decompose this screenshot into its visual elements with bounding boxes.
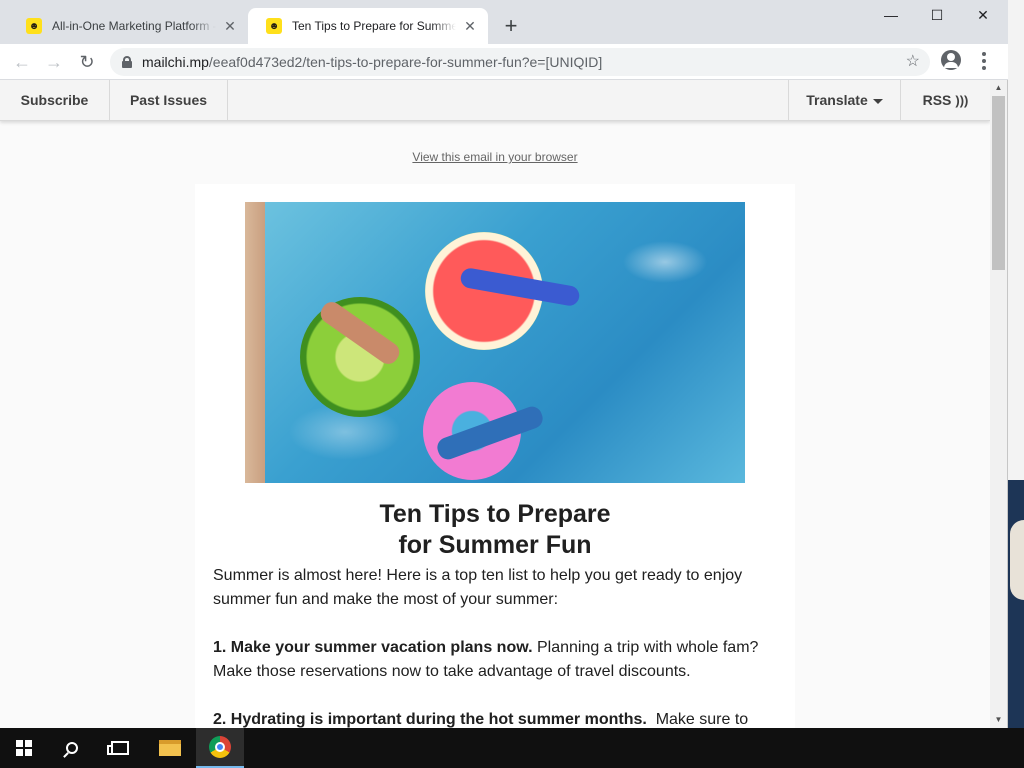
kebab-menu-icon[interactable] [976,52,992,70]
tip-1-title: 1. Make your summer vacation plans now. [213,639,533,656]
scroll-up-arrow-icon[interactable]: ▲ [990,80,1007,96]
tip-2-title: 2. Hydrating is important during the hot… [213,711,647,728]
email-body: Ten Tips to Prepare for Summer Fun Summe… [195,184,795,728]
lime-float [300,297,420,417]
task-view-button[interactable] [96,728,144,768]
windows-logo-icon [16,740,32,756]
translate-dropdown[interactable]: Translate [788,80,900,121]
pool-deck [245,202,265,483]
close-window-button[interactable]: ✕ [960,0,1006,30]
caret-down-icon [872,98,883,104]
url-path: /eeaf0d473ed2/ten-tips-to-prepare-for-su… [208,54,603,70]
hero-image-pool-floats [245,202,745,483]
lock-icon[interactable] [122,56,132,68]
tab-mailchimp-platform[interactable]: ☻ All-in-One Marketing Platform - M ✕ [8,8,248,44]
forward-arrow-icon[interactable]: → [42,50,66,74]
email-headline: Ten Tips to Prepare for Summer Fun [195,499,795,561]
tab-title: All-in-One Marketing Platform - M [52,19,216,33]
tip-1-paragraph: 1. Make your summer vacation plans now. … [213,636,783,684]
url-text: mailchi.mp/eeaf0d473ed2/ten-tips-to-prep… [142,54,602,70]
view-in-browser-link[interactable]: View this email in your browser [0,150,990,164]
mailchimp-favicon-icon: ☻ [26,18,42,34]
address-bar[interactable]: mailchi.mp/eeaf0d473ed2/ten-tips-to-prep… [110,48,930,76]
tip-2-text: Make sure to [646,711,749,728]
tip-2-paragraph: 2. Hydrating is important during the hot… [213,708,783,728]
rss-label: RSS [922,92,952,108]
subscribe-link[interactable]: Subscribe [0,80,110,121]
start-button[interactable] [0,728,48,768]
mailchimp-favicon-icon: ☻ [266,18,282,34]
star-icon[interactable]: ☆ [906,51,920,71]
scroll-thumb[interactable] [992,96,1005,270]
browser-toolbar: ← → ↻ mailchi.mp/eeaf0d473ed2/ten-tips-t… [0,44,1008,80]
chrome-icon [209,736,231,758]
headline-line: for Summer Fun [398,531,592,559]
back-arrow-icon[interactable]: ← [10,50,34,74]
reload-icon[interactable]: ↻ [75,50,99,74]
intro-paragraph: Summer is almost here! Here is a top ten… [213,567,743,608]
profile-icon[interactable] [941,50,961,70]
maximize-button[interactable]: ☐ [914,0,960,30]
rss-link[interactable]: RSS))) [900,80,990,121]
headline-line: Ten Tips to Prepare [379,500,611,528]
scroll-down-arrow-icon[interactable]: ▼ [990,712,1007,728]
past-issues-link[interactable]: Past Issues [110,80,228,121]
tab-close-icon[interactable]: ✕ [222,18,238,35]
windows-taskbar [0,728,1024,768]
tab-ten-tips[interactable]: ☻ Ten Tips to Prepare for Summer F ✕ [248,8,488,44]
new-tab-button[interactable]: + [500,12,522,40]
desktop-wallpaper-curve [1010,520,1024,600]
minimize-button[interactable]: — [868,0,914,30]
page-viewport: Subscribe Past Issues Translate RSS))) V… [0,80,990,728]
mailchimp-archive-bar: Subscribe Past Issues Translate RSS))) [0,80,990,121]
taskbar-search-button[interactable] [48,728,96,768]
folder-icon [159,740,181,756]
tab-strip: ☻ All-in-One Marketing Platform - M ✕ ☻ … [0,0,1008,44]
file-explorer-button[interactable] [146,728,194,768]
page-scrollbar[interactable]: ▲ ▼ [990,80,1007,728]
url-host: mailchi.mp [142,54,209,70]
tab-close-icon[interactable]: ✕ [462,18,478,35]
chrome-taskbar-button[interactable] [196,728,244,768]
tab-title: Ten Tips to Prepare for Summer F [292,19,456,33]
rss-icon: ))) [955,93,969,108]
browser-window: ☻ All-in-One Marketing Platform - M ✕ ☻ … [0,0,1008,728]
translate-label: Translate [806,92,868,108]
task-view-icon [107,741,129,755]
search-icon [66,742,78,754]
